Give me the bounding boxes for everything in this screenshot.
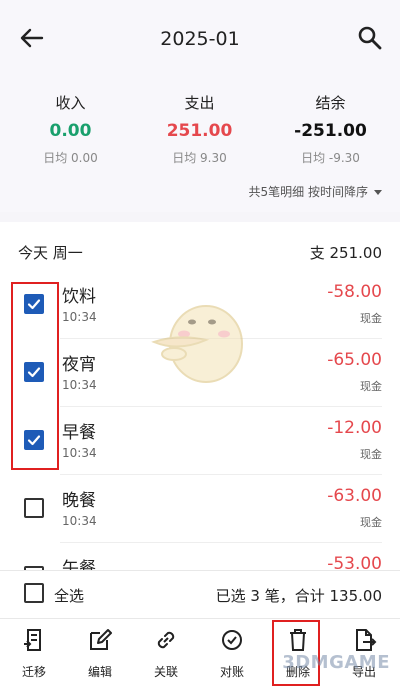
- reconcile-icon: [222, 630, 242, 650]
- export-icon: [356, 629, 377, 651]
- watermark: 3DMGAME: [282, 652, 390, 673]
- caret-down-icon: [374, 190, 382, 195]
- link-icon: [157, 631, 175, 649]
- balance-daily-avg: 日均 -9.30: [301, 151, 360, 165]
- transaction-row[interactable]: 早餐 10:34 -12.00 现金: [0, 408, 400, 475]
- transaction-account: 现金: [360, 380, 382, 393]
- transaction-account: 现金: [360, 312, 382, 325]
- expense-summary: 支出 251.00 日均 9.30: [133, 92, 266, 166]
- search-icon[interactable]: [356, 24, 384, 52]
- page-title: 2025-01: [160, 28, 240, 50]
- sort-selector[interactable]: 共5笔明细 按时间降序: [249, 183, 382, 200]
- edit-icon: [90, 629, 112, 650]
- day-total: 支 251.00: [309, 244, 382, 262]
- day-label: 今天 周一: [18, 244, 83, 262]
- expense-value: 251.00: [166, 121, 233, 141]
- income-daily-avg: 日均 0.00: [43, 151, 98, 165]
- income-label: 收入: [55, 94, 86, 112]
- transaction-time: 10:34: [62, 310, 97, 324]
- mascot-illustration: [151, 305, 243, 383]
- income-summary: 收入 0.00 日均 0.00: [4, 92, 137, 166]
- transaction-amount: -58.00: [327, 282, 382, 302]
- select-all-checkbox[interactable]: [24, 583, 44, 603]
- transaction-row[interactable]: 晚餐 10:34 -63.00 现金: [0, 476, 400, 543]
- sort-text: 共5笔明细 按时间降序: [248, 185, 368, 199]
- transaction-amount: -65.00: [327, 350, 382, 370]
- link-label: 关联: [153, 665, 178, 679]
- income-value: 0.00: [49, 121, 92, 141]
- transaction-time: 10:34: [62, 378, 97, 392]
- reconcile-label: 对账: [219, 665, 244, 679]
- transaction-amount: -53.00: [327, 554, 382, 570]
- row-divider: [60, 474, 382, 475]
- transaction-account: 现金: [360, 448, 382, 461]
- expense-label: 支出: [184, 94, 215, 112]
- move-icon: [24, 629, 41, 651]
- transaction-category: 晚餐: [62, 491, 96, 511]
- row-checkbox-unchecked[interactable]: [24, 498, 44, 518]
- select-bar: 全选 已选 3 笔，合计 135.00: [0, 570, 400, 619]
- expense-daily-avg: 日均 9.30: [172, 151, 227, 165]
- app-bar: 2025-01: [0, 0, 400, 78]
- transaction-account: 现金: [360, 516, 382, 529]
- move-button[interactable]: 迁移: [1, 627, 67, 680]
- edit-button[interactable]: 编辑: [67, 627, 133, 680]
- transaction-list: 今天 周一 支 251.00 饮料 10:34 -58.00 现金 夜宵 10:…: [0, 222, 400, 570]
- select-all-label[interactable]: 全选: [54, 585, 84, 606]
- row-divider: [60, 542, 382, 543]
- reconcile-button[interactable]: 对账: [199, 627, 265, 680]
- link-button[interactable]: 关联: [133, 627, 199, 680]
- selected-summary: 已选 3 笔，合计 135.00: [215, 587, 382, 605]
- balance-label: 结余: [315, 94, 346, 112]
- transaction-category: 午餐: [62, 559, 96, 570]
- transaction-category: 早餐: [62, 423, 96, 443]
- selection-highlight: [11, 282, 59, 470]
- day-header: 今天 周一 支 251.00: [0, 222, 400, 278]
- edit-label: 编辑: [87, 665, 112, 679]
- row-divider: [60, 406, 382, 407]
- transaction-time: 10:34: [62, 514, 97, 528]
- month-summary: 收入 0.00 日均 0.00 支出 251.00 日均 9.30 结余 -25…: [0, 78, 400, 212]
- transaction-category: 夜宵: [62, 355, 96, 375]
- balance-value: -251.00: [294, 121, 367, 141]
- transaction-row[interactable]: 午餐 -53.00: [0, 544, 400, 570]
- transaction-amount: -63.00: [327, 486, 382, 506]
- transaction-amount: -12.00: [327, 418, 382, 438]
- move-label: 迁移: [21, 665, 46, 679]
- balance-summary: 结余 -251.00 日均 -9.30: [264, 92, 397, 166]
- transaction-category: 饮料: [62, 287, 96, 307]
- transaction-time: 10:34: [62, 446, 97, 460]
